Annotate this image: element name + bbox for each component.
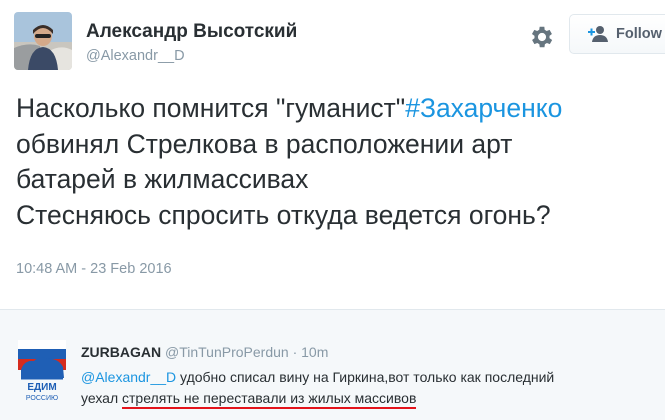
tweet-line-4: Стесняюсь спросить откуда ведется огонь? (16, 199, 551, 230)
reply-author-handle[interactable]: @TinTunProPerdun (165, 344, 289, 360)
tweet-line-1-text: Насколько помнится "гуманист" (16, 93, 406, 123)
reply-line-2-start: уехал (81, 390, 123, 406)
tweet-text: Насколько помнится "гуманист"#Захарченко… (16, 91, 661, 233)
author-name[interactable]: Александр Высотский (86, 21, 297, 43)
reply-mention[interactable]: @Alexandr__D (81, 369, 176, 385)
reply-line-1-rest: удобно списал вину на Гиркина,вот только… (176, 369, 555, 385)
reply-separator: · (292, 344, 298, 360)
follow-label: Follow (616, 26, 662, 42)
tweet-timestamp[interactable]: 10:48 AM - 23 Feb 2016 (16, 261, 172, 277)
follow-person-icon (588, 25, 610, 43)
logo-text-top: ЕДИМ (27, 382, 56, 393)
bear-logo[interactable]: ЕДИМ РОССИЮ (18, 340, 66, 404)
tweet-line-2: обвинял Стрелкова в расположении арт (16, 128, 513, 159)
reply-text: @Alexandr__D удобно списал вину на Гирки… (81, 367, 665, 409)
gear-icon[interactable] (528, 23, 556, 51)
author-handle[interactable]: @Alexandr__D (86, 48, 185, 64)
reply-time[interactable]: 10m (301, 344, 328, 360)
tweet-line-1: Насколько помнится "гуманист"#Захарченко (16, 91, 661, 127)
reply-underlined-text: стрелять не переставали из жилых массиво… (122, 390, 417, 409)
reply-line-1: @Alexandr__D удобно списал вину на Гирки… (81, 367, 665, 388)
hashtag-link[interactable]: #Захарченко (405, 93, 562, 123)
reply-author-name[interactable]: ZURBAGAN (81, 344, 161, 360)
author-avatar[interactable] (14, 12, 72, 70)
reply-line-2: уехал стрелять не переставали из жилых м… (81, 388, 665, 409)
logo-text-bottom: РОССИЮ (26, 395, 58, 402)
follow-button[interactable]: Follow (569, 14, 665, 54)
reply-header: ZURBAGAN @TinTunProPerdun · 10m (81, 344, 328, 360)
tweet-line-3: батарей в жилмассивах (16, 164, 309, 194)
